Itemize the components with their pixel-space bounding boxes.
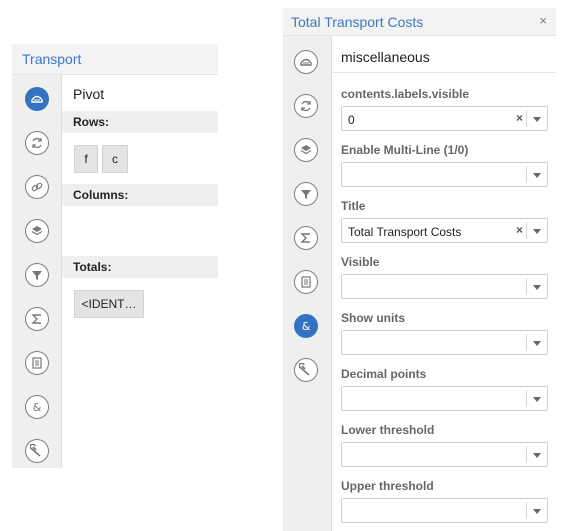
rows-label: Rows: <box>73 115 109 129</box>
totals-label: Totals: <box>73 260 112 274</box>
contents-labels-visible-select[interactable]: 0 × <box>341 106 548 131</box>
chevron-down-icon[interactable] <box>533 117 541 122</box>
filter-icon[interactable] <box>294 182 318 206</box>
upper-threshold-select[interactable] <box>341 498 548 523</box>
rows-section-header: Rows: <box>62 111 218 133</box>
chevron-down-icon[interactable] <box>533 341 541 346</box>
field-value: 0 <box>348 113 355 127</box>
field-label: Title <box>341 199 366 213</box>
layers-icon[interactable] <box>294 138 318 162</box>
transport-title-bar: Transport <box>12 44 218 75</box>
field-label: Visible <box>341 255 380 269</box>
properties-title: Total Transport Costs <box>291 13 424 30</box>
field-label: contents.labels.visible <box>341 87 470 101</box>
wrench-icon[interactable] <box>294 358 318 382</box>
filter-icon[interactable] <box>25 263 49 287</box>
select-separator <box>526 166 527 183</box>
totals-chip-label: <IDENT… <box>81 297 137 311</box>
close-icon[interactable]: × <box>539 13 547 28</box>
chevron-down-icon[interactable] <box>533 173 541 178</box>
visible-select[interactable] <box>341 274 548 299</box>
lower-threshold-select[interactable] <box>341 442 548 467</box>
select-separator <box>526 502 527 519</box>
decimal-points-select[interactable] <box>341 386 548 411</box>
ampersand-icon[interactable]: & <box>294 314 318 338</box>
properties-content: miscellaneous contents.labels.visible 0 … <box>332 36 556 531</box>
transport-title: Transport <box>22 51 82 67</box>
sigma-icon[interactable] <box>25 307 49 331</box>
chevron-down-icon[interactable] <box>533 229 541 234</box>
panel-header: Pivot <box>73 86 105 102</box>
list-icon[interactable] <box>294 270 318 294</box>
field-label: Upper threshold <box>341 479 434 493</box>
totals-chip[interactable]: <IDENT… <box>74 290 144 318</box>
chevron-down-icon[interactable] <box>533 285 541 290</box>
header-divider <box>332 72 556 73</box>
chart-icon[interactable] <box>294 50 318 74</box>
link-icon[interactable] <box>25 175 49 199</box>
refresh-icon[interactable] <box>25 131 49 155</box>
ampersand-icon[interactable]: & <box>25 395 49 419</box>
select-separator <box>526 446 527 463</box>
svg-text:&: & <box>33 401 42 414</box>
select-separator <box>526 222 527 239</box>
field-label: Decimal points <box>341 367 427 381</box>
wrench-icon[interactable] <box>25 439 49 463</box>
field-label: Lower threshold <box>341 423 435 437</box>
rows-chip-c[interactable]: c <box>102 145 128 173</box>
properties-panel: Total Transport Costs × miscellaneous co… <box>283 8 556 531</box>
columns-label: Columns: <box>73 188 129 202</box>
layers-icon[interactable] <box>25 219 49 243</box>
totals-section-header: Totals: <box>62 256 218 278</box>
properties-title-bar: Total Transport Costs <box>283 8 556 36</box>
list-icon[interactable] <box>25 351 49 375</box>
chart-icon[interactable] <box>25 87 49 111</box>
select-separator <box>526 334 527 351</box>
chevron-down-icon[interactable] <box>533 453 541 458</box>
columns-section-header: Columns: <box>62 184 218 206</box>
select-separator <box>526 278 527 295</box>
rows-chip-label: c <box>112 152 118 166</box>
clear-icon[interactable]: × <box>516 111 523 125</box>
clear-icon[interactable]: × <box>516 223 523 237</box>
sigma-icon[interactable] <box>294 226 318 250</box>
show-units-select[interactable] <box>341 330 548 355</box>
enable-multiline-select[interactable] <box>341 162 548 187</box>
refresh-icon[interactable] <box>294 94 318 118</box>
svg-text:&: & <box>302 320 311 333</box>
chevron-down-icon[interactable] <box>533 397 541 402</box>
field-value: Total Transport Costs <box>348 225 462 239</box>
field-label: Show units <box>341 311 405 325</box>
title-select[interactable]: Total Transport Costs × <box>341 218 548 243</box>
rows-chip-f[interactable]: f <box>74 145 98 173</box>
select-separator <box>526 390 527 407</box>
chevron-down-icon[interactable] <box>533 509 541 514</box>
transport-content: Pivot Rows: f c Columns: Totals: <IDENT… <box>62 75 218 468</box>
select-separator <box>526 110 527 127</box>
rows-chip-label: f <box>84 152 88 166</box>
field-label: Enable Multi-Line (1/0) <box>341 143 469 157</box>
panel-header: miscellaneous <box>341 49 430 65</box>
